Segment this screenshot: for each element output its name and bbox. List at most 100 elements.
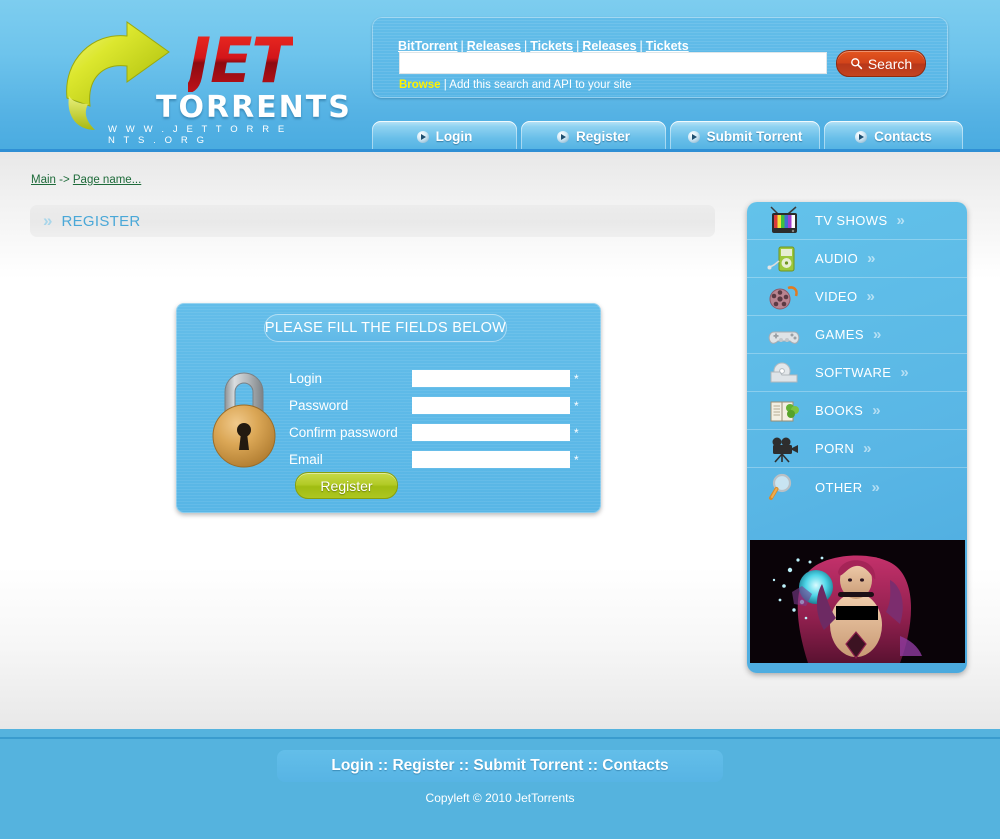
search-quick-links: BitTorrent | Releases | Tickets | Releases | Tic… xyxy=(398,39,689,53)
label-email: Email xyxy=(289,452,323,467)
sidebar-item-video[interactable]: VIDEO » xyxy=(747,278,967,316)
register-submit-button[interactable]: Register xyxy=(295,472,398,499)
tab-submit-torrent[interactable]: Submit Torrent xyxy=(670,121,820,152)
search-button-label: Search xyxy=(867,55,913,72)
form-row-confirm-password: Confirm password * xyxy=(289,419,589,446)
tab-login-label: Login xyxy=(435,129,473,144)
chevron-double-right-icon: » xyxy=(900,364,909,381)
confirm-password-input[interactable] xyxy=(412,424,570,441)
sidebar-item-label: TV SHOWS xyxy=(815,213,888,228)
tab-submit-torrent-label: Submit Torrent xyxy=(706,129,803,144)
play-circle-icon xyxy=(416,130,429,143)
chevron-double-right-icon: » xyxy=(872,402,881,419)
movie-camera-icon xyxy=(761,432,809,466)
search-input[interactable] xyxy=(399,52,827,74)
logo-jet-text: JET xyxy=(188,24,294,97)
magnifier-icon xyxy=(761,470,809,504)
page-title: REGISTER xyxy=(61,212,141,230)
link-separator: | xyxy=(576,39,580,53)
mp3-player-icon xyxy=(761,242,809,276)
play-circle-icon xyxy=(556,130,569,143)
chevron-double-right-icon: » xyxy=(896,212,906,229)
chevron-double-right-icon: » xyxy=(872,326,882,343)
quick-link-releases-2[interactable]: Releases xyxy=(582,39,636,53)
label-confirm-password: Confirm password xyxy=(289,425,398,440)
logo-torrents-text: TORRENTS xyxy=(156,90,352,125)
sidebar-item-software[interactable]: SOFTWARE » xyxy=(747,354,967,392)
sidebar-item-label: PORN xyxy=(815,441,855,456)
sidebar-item-label: VIDEO xyxy=(815,289,858,304)
breadcrumb-main-link[interactable]: Main xyxy=(31,174,56,186)
required-marker: * xyxy=(574,398,579,413)
form-fields: Login * Password * Confirm password * Em… xyxy=(289,365,589,473)
cd-case-icon xyxy=(761,356,809,390)
tab-login[interactable]: Login xyxy=(372,121,517,152)
password-input[interactable] xyxy=(412,397,570,414)
page-title-bar: » REGISTER xyxy=(30,205,715,237)
sidebar-item-label: OTHER xyxy=(815,479,863,495)
search-sub-line: Browse | Add this search and API to your… xyxy=(399,79,631,91)
main-nav-tabs: Login Register Submit Torrent Contacts xyxy=(372,121,963,152)
sidebar-item-books[interactable]: BOOKS » xyxy=(747,392,967,430)
television-icon xyxy=(761,204,809,238)
advertisement-banner[interactable] xyxy=(750,540,965,663)
site-logo[interactable]: JET TORRENTS W W W . J E T T O R R E N T… xyxy=(52,18,350,146)
sidebar-item-porn[interactable]: PORN » xyxy=(747,430,967,468)
link-separator: | xyxy=(460,39,464,53)
quick-link-tickets-1[interactable]: Tickets xyxy=(530,39,573,53)
label-login: Login xyxy=(289,371,323,386)
breadcrumb: Main -> Page name... xyxy=(31,174,141,186)
sidebar-item-label: GAMES xyxy=(815,327,864,342)
chevron-double-right-icon: » xyxy=(863,440,872,457)
email-input[interactable] xyxy=(412,451,570,468)
search-icon xyxy=(850,58,862,70)
tab-contacts-label: Contacts xyxy=(874,129,932,144)
required-marker: * xyxy=(574,425,579,440)
chevron-double-right-icon: » xyxy=(43,211,53,230)
sidebar-item-label: AUDIO xyxy=(815,251,859,266)
search-panel: BitTorrent | Releases | Tickets | Releases | Tic… xyxy=(372,17,948,98)
tab-register[interactable]: Register xyxy=(521,121,666,152)
gamepad-icon xyxy=(761,318,809,352)
copyright-text: Copyleft © 2010 JetTorrents xyxy=(425,791,575,805)
logo-url-text: W W W . J E T T O R R E N T S . O R G xyxy=(108,124,288,146)
play-circle-icon xyxy=(855,130,868,143)
sidebar-item-other[interactable]: OTHER » xyxy=(747,468,967,506)
breadcrumb-arrow: -> xyxy=(55,174,73,186)
sidebar-item-label: SOFTWARE xyxy=(815,365,892,380)
search-sub-text: | Add this search and API to your site xyxy=(443,79,632,91)
chevron-double-right-icon: » xyxy=(867,250,876,267)
site-header: JET TORRENTS W W W . J E T T O R R E N T… xyxy=(0,0,1000,152)
chevron-double-right-icon: » xyxy=(866,288,875,305)
banner-artwork xyxy=(750,540,965,663)
form-heading: PLEASE FILL THE FIELDS BELOW xyxy=(264,314,507,342)
search-button[interactable]: Search xyxy=(836,50,926,77)
sidebar-item-games[interactable]: GAMES » xyxy=(747,316,967,354)
tab-contacts[interactable]: Contacts xyxy=(824,121,963,152)
quick-link-bittorrent[interactable]: BitTorrent xyxy=(398,39,458,53)
padlock-icon xyxy=(212,372,276,468)
sidebar-item-tv-shows[interactable]: TV SHOWS » xyxy=(747,202,967,240)
open-book-icon xyxy=(761,394,809,428)
link-separator: | xyxy=(523,39,528,53)
link-separator: | xyxy=(639,39,643,53)
chevron-double-right-icon: » xyxy=(871,478,881,496)
sidebar-item-label: BOOKS xyxy=(815,403,864,418)
footer-nav[interactable]: Login :: Register :: Submit Torrent :: C… xyxy=(277,750,723,782)
play-circle-icon xyxy=(687,130,700,143)
form-row-email: Email * xyxy=(289,446,589,473)
breadcrumb-current-link[interactable]: Page name... xyxy=(73,174,141,186)
browse-link[interactable]: Browse xyxy=(399,79,441,91)
site-footer xyxy=(0,729,1000,839)
login-input[interactable] xyxy=(412,370,570,387)
form-row-password: Password * xyxy=(289,392,589,419)
sidebar-item-audio[interactable]: AUDIO » xyxy=(747,240,967,278)
required-marker: * xyxy=(574,371,579,386)
form-row-login: Login * xyxy=(289,365,589,392)
film-reel-icon xyxy=(761,280,809,314)
quick-link-releases-1[interactable]: Releases xyxy=(467,39,521,53)
label-password: Password xyxy=(289,398,349,413)
quick-link-tickets-2[interactable]: Tickets xyxy=(646,39,689,53)
page-content: Main -> Page name... » REGISTER PLEASE F… xyxy=(0,152,1000,729)
tab-register-label: Register xyxy=(575,129,631,144)
